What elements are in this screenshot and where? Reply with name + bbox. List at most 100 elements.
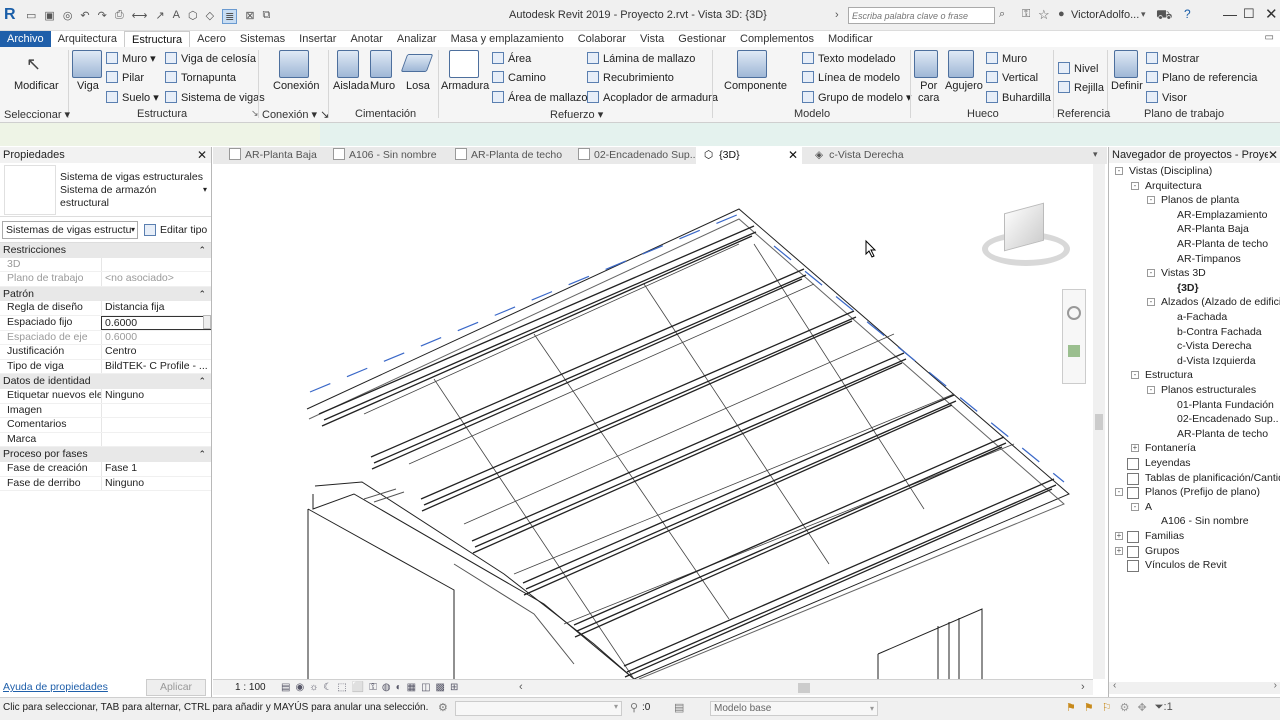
canvas-vertical-scrollbar[interactable] — [1093, 164, 1105, 679]
panel-refuerzo[interactable]: Refuerzo ▾ — [550, 108, 603, 121]
thin-lines-icon[interactable]: ≣ — [222, 9, 238, 24]
collapse-section-icon[interactable]: ⌃ — [198, 374, 206, 389]
definir-button[interactable]: Definir — [1111, 80, 1143, 92]
mostrar-button[interactable]: Mostrar — [1146, 52, 1199, 65]
agujero-button[interactable]: Agujero — [945, 80, 983, 92]
tree-node[interactable]: {3D} — [1177, 282, 1199, 294]
armadura-button[interactable]: Armadura — [441, 80, 489, 92]
tree-node[interactable]: AR-Planta de techo — [1177, 238, 1268, 250]
collapse-section-icon[interactable]: ⌃ — [198, 287, 206, 302]
property-value[interactable]: BildTEK- C Profile - ... — [101, 359, 211, 374]
collapse-node-icon[interactable]: - — [1147, 298, 1155, 307]
collapse-node-icon[interactable]: - — [1115, 488, 1123, 497]
close-hidden-icon[interactable]: ⊠ — [245, 9, 254, 24]
view-tab-ar-planta-baja[interactable]: AR-Planta Baja — [221, 147, 325, 164]
properties-help-link[interactable]: Ayuda de propiedades — [3, 681, 108, 693]
3d-viewport[interactable] — [214, 164, 1092, 680]
tab-estructura[interactable]: Estructura — [124, 31, 191, 47]
acoplador-button[interactable]: Acoplador de armadura — [587, 91, 718, 104]
set-workplane-icon[interactable] — [1114, 50, 1138, 78]
texto-modelado-button[interactable]: Texto modelado — [802, 52, 896, 65]
drag-elements-icon[interactable]: ✥ — [1138, 701, 1147, 714]
browser-scroll-left-icon[interactable]: ‹ — [1113, 680, 1116, 691]
analytical-model-icon[interactable]: ◫ — [421, 682, 430, 693]
apply-button[interactable]: Aplicar — [146, 678, 206, 696]
tree-node[interactable]: Grupos — [1145, 545, 1179, 557]
properties-scroll-thumb[interactable] — [203, 315, 211, 329]
plano-referencia-button[interactable]: Plano de referencia — [1146, 71, 1257, 84]
tree-node[interactable]: Arquitectura — [1145, 180, 1202, 192]
collapse-node-icon[interactable]: - — [1131, 371, 1139, 380]
filter-icon[interactable]: ⏷:1 — [1155, 701, 1173, 714]
close-window-icon[interactable]: ✕ — [1265, 5, 1278, 23]
panel-seleccionar[interactable]: Seleccionar ▾ — [4, 108, 70, 121]
property-value[interactable]: Centro — [101, 345, 211, 359]
nivel-button[interactable]: Nivel — [1058, 62, 1098, 75]
por-cara-button[interactable]: Por cara — [918, 80, 939, 104]
type-preview[interactable]: Sistema de vigas estructurales Sistema d… — [0, 163, 211, 217]
detail-level-icon[interactable]: ▤ — [281, 682, 290, 693]
view-tab-c-vista-derecha[interactable]: ◈ c-Vista Derecha — [807, 147, 912, 164]
tab-insertar[interactable]: Insertar — [292, 31, 343, 47]
tab-modificar[interactable]: Modificar — [821, 31, 880, 47]
sistema-vigas-button[interactable]: Sistema de vigas — [165, 91, 265, 104]
subscription-icon[interactable]: ⚿ — [1022, 8, 1030, 21]
measure-icon[interactable]: ⟷ — [132, 9, 148, 24]
tree-node[interactable]: Planos de planta — [1161, 194, 1239, 206]
tree-node[interactable]: Fontanería — [1145, 442, 1196, 454]
tab-colaborar[interactable]: Colaborar — [571, 31, 633, 47]
switch-windows-icon[interactable]: ⧉ — [263, 9, 271, 24]
tabs-dropdown-icon[interactable]: ▾ — [1093, 149, 1098, 160]
zoom-icon[interactable] — [1068, 345, 1080, 357]
connection-icon[interactable] — [279, 50, 309, 78]
scroll-left-icon[interactable]: ‹ — [519, 681, 523, 693]
property-value[interactable] — [101, 403, 211, 418]
type-dropdown-icon[interactable]: ▾ — [203, 185, 207, 194]
favorites-icon[interactable]: ☆ — [1038, 7, 1050, 23]
collapse-node-icon[interactable]: - — [1147, 269, 1155, 278]
reveal-constraints-icon[interactable]: ⊞ — [450, 682, 458, 693]
view-tab-a106[interactable]: A106 - Sin nombre — [325, 147, 445, 164]
property-value[interactable]: Ninguno — [101, 476, 211, 491]
revit-logo-icon[interactable]: R — [4, 6, 16, 24]
tab-vista[interactable]: Vista — [633, 31, 671, 47]
undo-icon[interactable]: ↶ — [80, 9, 89, 24]
tab-archivo[interactable]: Archivo — [0, 31, 51, 47]
worksets-icon[interactable]: ⚙ — [438, 701, 448, 714]
property-value[interactable]: Distancia fija — [101, 301, 211, 315]
viewcube[interactable] — [978, 202, 1074, 274]
tab-anotar[interactable]: Anotar — [343, 31, 389, 47]
view-tab-ar-planta-techo[interactable]: AR-Planta de techo — [447, 147, 570, 164]
collapse-node-icon[interactable]: - — [1115, 167, 1123, 175]
tree-node[interactable]: d-Vista Izquierda — [1177, 355, 1256, 367]
temporary-view-icon[interactable]: ▦ — [407, 682, 416, 693]
browser-hscrollbar[interactable]: ‹ › — [1109, 680, 1280, 694]
tree-node[interactable]: AR-Planta de techo — [1177, 428, 1268, 440]
tree-node[interactable]: Vistas (Disciplina) — [1129, 165, 1212, 177]
area-button[interactable]: Área — [492, 52, 531, 65]
muro-hueco-button[interactable]: Muro — [986, 52, 1027, 65]
by-face-icon[interactable] — [914, 50, 938, 78]
collapse-section-icon[interactable]: ⌃ — [198, 447, 206, 462]
user-icon[interactable]: ● — [1058, 8, 1065, 20]
dimension-icon[interactable]: ↗ — [155, 9, 164, 24]
buhardilla-button[interactable]: Buhardilla — [986, 91, 1051, 104]
show-crop-icon[interactable]: ⬜ — [352, 682, 364, 693]
linea-modelo-button[interactable]: Línea de modelo — [802, 71, 900, 84]
scroll-right-icon[interactable]: › — [1081, 681, 1085, 693]
save-icon[interactable]: ▣ — [44, 9, 54, 24]
componente-button[interactable]: Componente — [724, 80, 787, 92]
collapse-node-icon[interactable]: - — [1147, 386, 1155, 394]
crop-view-icon[interactable]: ⬚ — [337, 682, 346, 693]
view-tab-02-encadenado[interactable]: 02-Encadenado Sup.. — [570, 147, 704, 164]
design-options-icon[interactable]: ▤ — [674, 701, 684, 714]
losa-button[interactable]: Losa — [406, 80, 430, 92]
temp-hide-icon[interactable]: ◍ — [382, 682, 391, 693]
tree-node[interactable]: Vistas 3D — [1161, 267, 1206, 279]
steering-wheel-icon[interactable] — [1067, 306, 1081, 320]
property-value[interactable]: 0.6000 — [101, 315, 211, 330]
collapse-node-icon[interactable]: - — [1131, 502, 1139, 511]
property-value[interactable] — [101, 418, 211, 432]
tornapunta-button[interactable]: Tornapunta — [165, 71, 236, 84]
properties-section-header[interactable]: Restricciones ⌃ — [0, 243, 211, 258]
